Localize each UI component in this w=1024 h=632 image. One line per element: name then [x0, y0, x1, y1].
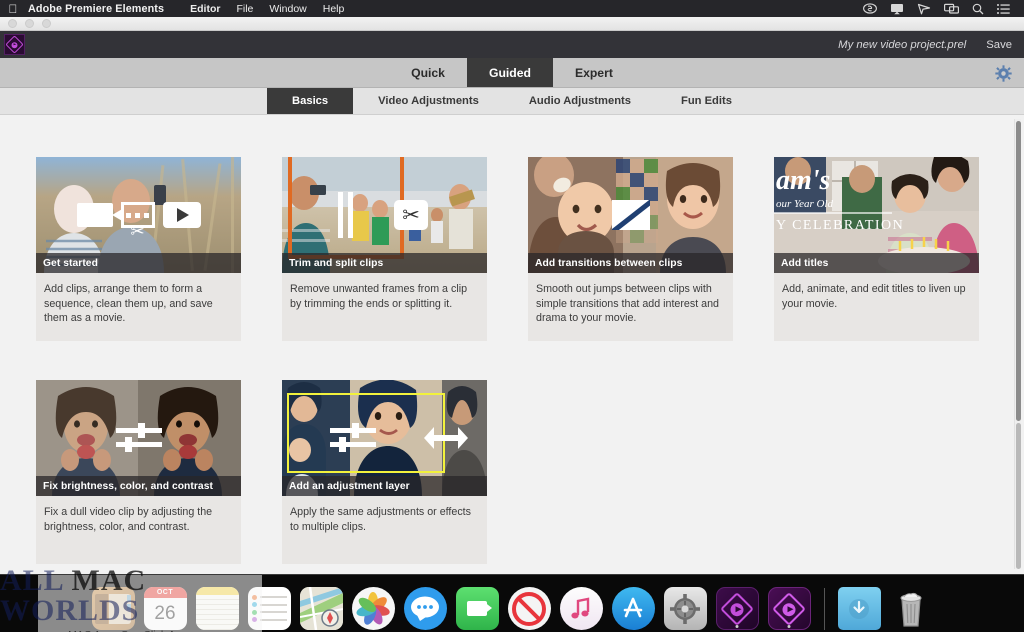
calendar-day-label: 26 — [154, 603, 176, 624]
app-header-bar: My new video project.prel Save — [0, 31, 1024, 58]
tab-quick[interactable]: Quick — [389, 58, 467, 87]
menubar-status-area — [863, 3, 1016, 15]
minimize-button[interactable] — [25, 19, 34, 28]
diagonal-wipe-transition-icon — [611, 200, 650, 230]
sliders-icon — [115, 421, 162, 455]
card-title: Add transitions between clips — [528, 253, 733, 273]
menubar-app-name[interactable]: Adobe Premiere Elements — [24, 3, 164, 15]
tab-video-adjustments[interactable]: Video Adjustments — [353, 88, 504, 114]
guided-edit-card[interactable]: am's our Year Old Y CELEBRATION Add titl… — [774, 157, 979, 341]
guided-edit-card-grid: ✂ Get started Add clips, arrange them to… — [36, 157, 996, 564]
save-button[interactable]: Save — [986, 39, 1012, 51]
svg-text:Y CELEBRATION: Y CELEBRATION — [776, 218, 904, 233]
tab-expert[interactable]: Expert — [553, 58, 635, 87]
sub-tab-bar: Basics Video Adjustments Audio Adjustmen… — [0, 88, 1024, 115]
mac-dock: OCT 26 — [0, 574, 1024, 632]
card-description: Add clips, arrange them to form a sequen… — [36, 273, 241, 341]
apple-logo-icon[interactable]:  — [6, 3, 20, 15]
guided-edits-content: ✂ Get started Add clips, arrange them to… — [0, 115, 1024, 574]
scrollbar-track[interactable] — [1016, 423, 1021, 569]
blocked-app-icon[interactable] — [507, 587, 551, 630]
svg-text:our Year Old: our Year Old — [776, 198, 834, 210]
photos-icon[interactable] — [351, 587, 395, 630]
search-icon[interactable] — [972, 3, 984, 15]
calendar-month-label: OCT — [143, 587, 187, 598]
dock-separator — [823, 588, 825, 630]
project-name-label: My new video project.prel — [838, 38, 967, 51]
contacts-icon[interactable] — [91, 587, 135, 630]
mode-tab-bar: Quick Guided Expert — [0, 58, 1024, 88]
messages-icon[interactable] — [403, 587, 447, 630]
scissors-icon: ✂ — [394, 200, 428, 230]
close-button[interactable] — [8, 19, 17, 28]
vertical-scrollbar[interactable] — [1014, 119, 1021, 569]
guided-edit-card[interactable]: Add an adjustment layer Apply the same a… — [282, 380, 487, 564]
video-camera-icon — [76, 203, 124, 227]
card-thumbnail[interactable]: Add transitions between clips — [528, 157, 733, 273]
itunes-icon[interactable] — [559, 587, 603, 630]
card-thumbnail[interactable]: ✂ Get started — [36, 157, 241, 273]
card-description: Apply the same adjustments or effects to… — [282, 496, 487, 564]
broadcast-icon[interactable] — [917, 3, 931, 15]
notification-center-icon[interactable] — [997, 3, 1010, 14]
menu-item-help[interactable]: Help — [323, 3, 345, 15]
card-thumbnail[interactable]: am's our Year Old Y CELEBRATION Add titl… — [774, 157, 979, 273]
facetime-icon[interactable] — [455, 587, 499, 630]
guided-edit-card[interactable]: Fix brightness, color, and contrast Fix … — [36, 380, 241, 564]
sliders-icon — [330, 421, 376, 455]
mac-menu-bar:  Adobe Premiere Elements Editor File Wi… — [0, 0, 1024, 17]
creative-cloud-icon[interactable] — [863, 3, 877, 14]
card-thumbnail[interactable]: Fix brightness, color, and contrast — [36, 380, 241, 496]
svg-text:am's: am's — [776, 165, 831, 196]
card-description: Add, animate, and edit titles to liven u… — [774, 273, 979, 341]
card-title: Trim and split clips — [282, 253, 487, 273]
card-title: Add titles — [774, 253, 979, 273]
app-running-indicator — [735, 625, 739, 628]
guided-edit-card[interactable]: Add transitions between clips Smooth out… — [528, 157, 733, 341]
calendar-icon[interactable]: OCT 26 — [143, 587, 187, 630]
card-title: Add an adjustment layer — [282, 476, 487, 496]
screen-sharing-icon[interactable] — [944, 3, 959, 14]
gear-icon[interactable] — [992, 62, 1014, 84]
header-right-group: My new video project.prel Save — [838, 39, 1024, 51]
maps-icon[interactable] — [299, 587, 343, 630]
tab-audio-adjustments[interactable]: Audio Adjustments — [504, 88, 656, 114]
airplay-display-icon[interactable] — [890, 3, 904, 15]
card-description: Smooth out jumps between clips with simp… — [528, 273, 733, 341]
guided-edit-card[interactable]: ✂ Get started Add clips, arrange them to… — [36, 157, 241, 341]
app-store-icon[interactable] — [611, 587, 655, 630]
menu-item-window[interactable]: Window — [269, 3, 306, 15]
premiere-elements-icon[interactable] — [715, 587, 759, 630]
card-description: Fix a dull video clip by adjusting the b… — [36, 496, 241, 564]
card-thumbnail[interactable]: Add an adjustment layer — [282, 380, 487, 496]
app-running-indicator — [787, 625, 791, 628]
card-thumbnail[interactable]: ✂ Trim and split clips — [282, 157, 487, 273]
premiere-elements-logo — [4, 34, 25, 55]
tab-guided[interactable]: Guided — [466, 58, 553, 87]
zoom-button[interactable] — [42, 19, 51, 28]
trim-handles-icon — [338, 192, 354, 238]
tab-fun-edits[interactable]: Fun Edits — [656, 88, 757, 114]
trash-icon[interactable] — [890, 587, 933, 630]
card-title: Fix brightness, color, and contrast — [36, 476, 241, 496]
tab-basics[interactable]: Basics — [267, 88, 354, 114]
downloads-folder-icon[interactable] — [837, 587, 881, 630]
card-title: Get started — [36, 253, 241, 273]
scissors-icon: ✂ — [130, 222, 145, 241]
menu-item-file[interactable]: File — [236, 3, 253, 15]
mode-tabs-group: Quick Guided Expert — [389, 58, 635, 87]
premiere-elements-editor-icon[interactable] — [767, 587, 811, 630]
guided-edit-card[interactable]: ✂ Trim and split clips Remove unwanted f… — [282, 157, 487, 341]
scrollbar-thumb[interactable] — [1016, 121, 1021, 421]
play-button-icon — [162, 202, 201, 228]
app-screen:  Adobe Premiere Elements Editor File Wi… — [0, 0, 1024, 632]
card-description: Remove unwanted frames from a clip by tr… — [282, 273, 487, 341]
system-preferences-icon[interactable] — [663, 587, 707, 630]
notes-icon[interactable] — [195, 587, 239, 630]
menu-item-editor[interactable]: Editor — [190, 3, 220, 15]
window-title-bar — [0, 17, 1024, 31]
reminders-icon[interactable] — [247, 587, 291, 630]
horizontal-resize-arrows-icon — [424, 427, 468, 449]
